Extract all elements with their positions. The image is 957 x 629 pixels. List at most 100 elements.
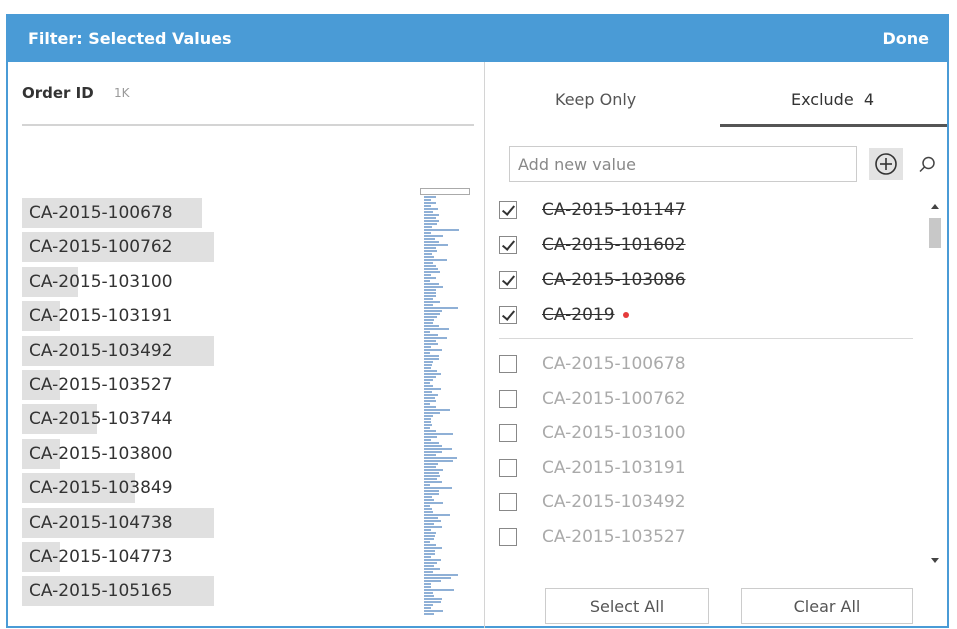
histogram-bar: [424, 232, 431, 234]
histogram-bar: [424, 262, 433, 264]
histogram-bar: [424, 460, 453, 462]
value-row[interactable]: CA-2015-103800: [22, 437, 422, 471]
scroll-up-arrow[interactable]: [931, 204, 939, 209]
histogram-bar: [424, 586, 431, 588]
value-label: CA-2015-103191: [29, 306, 173, 327]
histogram-bar: [424, 571, 433, 573]
value-option-row[interactable]: CA-2015-100678: [499, 346, 909, 380]
histogram-bar: [424, 244, 448, 246]
value-row[interactable]: CA-2015-103492: [22, 334, 422, 368]
dialog-title: Filter: Selected Values: [28, 29, 232, 48]
value-option-text: CA-2015-101602: [542, 235, 686, 255]
histogram-bar: [424, 505, 430, 507]
histogram-bar: [424, 490, 439, 492]
histogram-bar: [424, 553, 435, 555]
checkbox[interactable]: [499, 355, 517, 373]
scroll-down-arrow[interactable]: [931, 558, 939, 563]
histogram-bar: [424, 256, 434, 258]
excluded-value-row[interactable]: CA-2015-103086: [499, 262, 909, 296]
histogram-bar: [424, 394, 438, 396]
histogram-bar: [424, 508, 432, 510]
value-checklist: CA-2015-101147 CA-2015-101602 CA-2015-1030…: [485, 192, 915, 572]
histogram-bar: [424, 280, 430, 282]
histogram-bar: [424, 556, 431, 558]
value-row[interactable]: CA-2015-100762: [22, 230, 422, 264]
checkbox[interactable]: [499, 458, 517, 477]
histogram-bar: [424, 367, 431, 369]
search-button[interactable]: [917, 155, 937, 175]
tab-exclude[interactable]: Exclude 4: [791, 90, 874, 109]
scroll-thumb[interactable]: [929, 218, 941, 248]
checkbox[interactable]: [499, 528, 517, 546]
value-option-row[interactable]: CA-2015-103492: [499, 484, 909, 518]
histogram-bar: [424, 316, 437, 318]
value-option-row[interactable]: CA-2015-100762: [499, 381, 909, 415]
value-row[interactable]: CA-2015-103849: [22, 471, 422, 505]
histogram-bar: [424, 340, 436, 342]
histogram-bar: [424, 400, 436, 402]
excluded-value-row[interactable]: CA-2015-101602: [499, 227, 909, 261]
histogram-bar: [424, 388, 441, 390]
value-label: CA-2015-104738: [29, 512, 173, 533]
value-row[interactable]: CA-2015-103191: [22, 299, 422, 333]
clear-all-button[interactable]: Clear All: [741, 588, 913, 624]
value-row[interactable]: CA-2015-103527: [22, 368, 422, 402]
histogram-bar: [424, 274, 431, 276]
value-option-text: CA-2015-103492: [542, 492, 686, 513]
histogram-viewport-indicator[interactable]: [420, 188, 470, 195]
value-option-label: CA-2015-103527: [542, 527, 686, 547]
checkbox[interactable]: [499, 201, 517, 219]
checkbox[interactable]: [499, 236, 517, 254]
histogram-bar: [424, 301, 440, 303]
select-all-button[interactable]: Select All: [545, 588, 709, 624]
value-row[interactable]: CA-2015-104773: [22, 540, 422, 574]
add-value-input[interactable]: [509, 146, 857, 182]
histogram-bar: [424, 364, 432, 366]
value-row[interactable]: CA-2015-103744: [22, 402, 422, 436]
histogram-bar: [424, 211, 433, 213]
value-row[interactable]: CA-2015-105165: [22, 574, 422, 608]
histogram-bar: [424, 454, 436, 456]
histogram-bar: [424, 403, 430, 405]
value-option-label: CA-2015-100678: [542, 354, 686, 374]
histogram-bar: [424, 259, 447, 261]
value-row[interactable]: CA-2015-104738: [22, 506, 422, 540]
excluded-value-row[interactable]: CA-2015-101147: [499, 192, 909, 226]
histogram-bar: [424, 406, 436, 408]
value-option-text: CA-2015-100678: [542, 354, 686, 374]
field-name: Order ID: [22, 84, 94, 102]
value-option-row[interactable]: CA-2015-103191: [499, 450, 909, 484]
histogram-bar: [424, 307, 458, 309]
add-value-button[interactable]: [869, 148, 903, 180]
value-label: CA-2015-104773: [29, 546, 173, 567]
tab-keep-only[interactable]: Keep Only: [555, 90, 636, 109]
value-row[interactable]: CA-2015-100678: [22, 196, 422, 230]
histogram-bar: [424, 376, 436, 378]
histogram-bar: [424, 457, 457, 459]
histogram-bar: [424, 445, 442, 447]
done-button[interactable]: Done: [882, 29, 929, 48]
histogram-bar: [424, 337, 447, 339]
value-option-row[interactable]: CA-2015-103527: [499, 519, 909, 553]
histogram-bar: [424, 229, 459, 231]
value-option-row[interactable]: CA-2015-103100: [499, 415, 909, 449]
active-tab-indicator: [720, 124, 947, 127]
value-row[interactable]: CA-2015-103100: [22, 265, 422, 299]
checklist-scrollbar[interactable]: [929, 192, 943, 572]
checkbox[interactable]: [499, 424, 517, 443]
histogram-bar: [424, 439, 431, 441]
excluded-value-row[interactable]: CA-2019: [499, 297, 909, 331]
checkbox[interactable]: [499, 271, 517, 289]
histogram-bar: [424, 343, 438, 345]
value-label: CA-2015-103849: [29, 478, 173, 499]
value-option-label: CA-2015-100762: [542, 389, 686, 409]
checkbox[interactable]: [499, 306, 517, 324]
histogram-bar: [424, 361, 433, 363]
histogram-scroller[interactable]: [420, 188, 470, 624]
histogram-bar: [424, 373, 441, 375]
checkbox[interactable]: [499, 389, 517, 408]
histogram-bar: [424, 532, 436, 534]
histogram-bar: [424, 298, 433, 300]
checkbox[interactable]: [499, 493, 517, 512]
histogram-bar: [424, 418, 431, 420]
